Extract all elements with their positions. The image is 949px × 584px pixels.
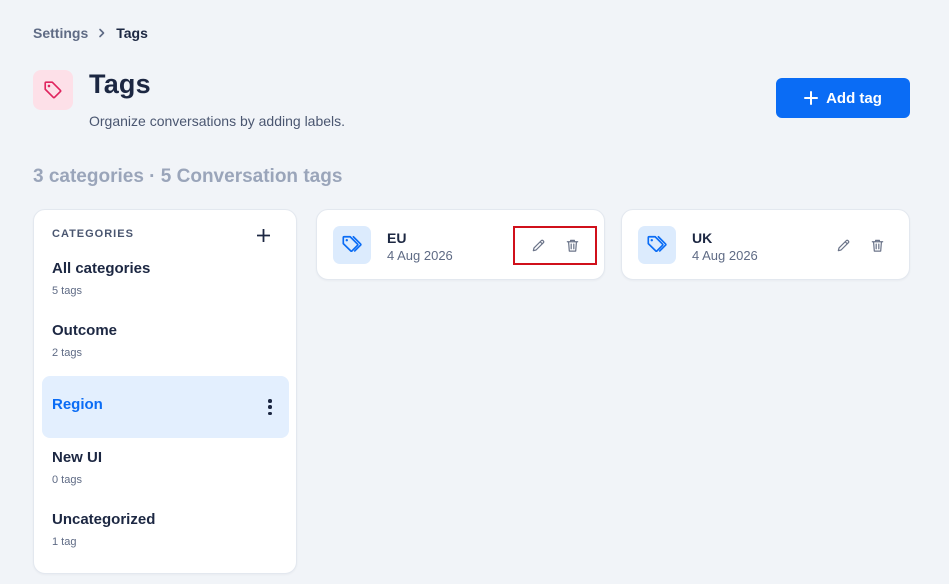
category-item-outcome[interactable]: Outcome 2 tags (42, 314, 289, 376)
categories-panel: CATEGORIES All categories 5 tags Outcome… (33, 209, 297, 574)
category-item-all-categories[interactable]: All categories 5 tags (42, 252, 289, 314)
category-name: Outcome (52, 322, 118, 339)
category-name: Region (52, 396, 103, 413)
add-tag-button[interactable]: Add tag (776, 78, 910, 118)
breadcrumb-current: Tags (116, 25, 148, 41)
category-count: 2 tags (52, 347, 82, 359)
tag-actions (513, 226, 597, 265)
plus-icon (804, 91, 819, 105)
tag-card-eu: EU 4 Aug 2026 (316, 209, 605, 280)
tag-icon (333, 226, 371, 264)
category-count: 1 tag (52, 536, 77, 548)
breadcrumb-settings-link[interactable]: Settings (33, 25, 88, 41)
plus-icon (256, 228, 270, 242)
tag-name: UK (692, 230, 713, 246)
tag-card-uk: UK 4 Aug 2026 (621, 209, 910, 280)
add-category-button[interactable] (253, 225, 273, 245)
tags-settings-page: Settings Tags Tags Organize conversation… (0, 0, 949, 584)
tag-date: 4 Aug 2026 (692, 248, 758, 263)
category-name: New UI (52, 449, 103, 466)
category-count: 0 tags (52, 474, 82, 486)
pencil-icon[interactable] (835, 238, 851, 254)
kebab-icon[interactable] (267, 397, 273, 417)
category-name: Uncategorized (52, 511, 156, 528)
category-count: 5 tags (52, 285, 82, 297)
category-item-new-ui[interactable]: New UI 0 tags (42, 441, 289, 503)
tag-name: EU (387, 230, 407, 246)
add-tag-label: Add tag (826, 89, 882, 107)
page-subtitle: Organize conversations by adding labels. (89, 113, 346, 129)
category-name: All categories (52, 260, 151, 277)
trash-icon[interactable] (564, 238, 580, 254)
tag-actions (818, 226, 902, 265)
tag-date: 4 Aug 2026 (387, 248, 453, 263)
page-title: Tags (89, 69, 151, 99)
chevron-right-icon (94, 25, 110, 41)
pencil-icon[interactable] (530, 238, 546, 254)
category-item-uncategorized[interactable]: Uncategorized 1 tag (42, 503, 289, 565)
tag-icon (33, 70, 73, 110)
category-item-region[interactable]: Region (42, 376, 289, 438)
tag-icon (638, 226, 676, 264)
tags-summary: 3 categories · 5 Conversation tags (33, 166, 343, 187)
categories-heading: CATEGORIES (52, 228, 134, 240)
breadcrumb: Settings Tags (33, 25, 148, 41)
trash-icon[interactable] (869, 238, 885, 254)
